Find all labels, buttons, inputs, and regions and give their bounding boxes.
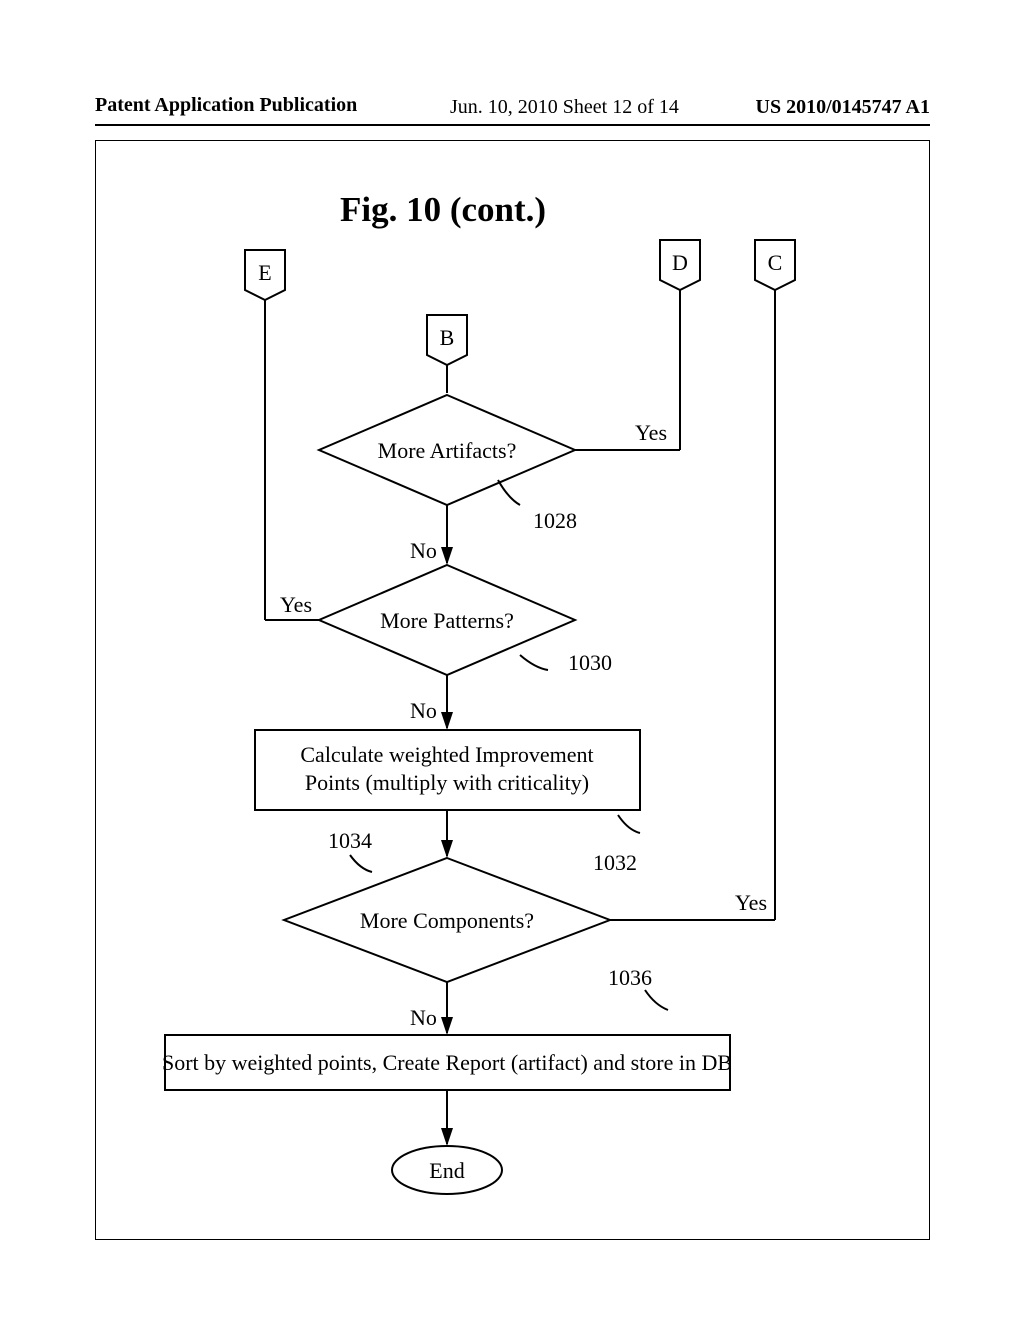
connector-E: E (245, 250, 285, 300)
svg-text:B: B (440, 325, 455, 350)
flowchart: E B D C More Artifacts? 1028 More Patter… (0, 0, 1024, 1320)
svg-text:Sort by weighted points, Creat: Sort by weighted points, Create Report (… (162, 1050, 732, 1075)
ref-1036: 1036 (608, 965, 652, 990)
connector-D: D (660, 240, 700, 290)
terminator-end: End (392, 1146, 502, 1194)
ref-hook-1036 (645, 990, 668, 1010)
ref-1028: 1028 (533, 508, 577, 533)
svg-text:More Artifacts?: More Artifacts? (378, 438, 517, 463)
svg-text:End: End (429, 1158, 464, 1183)
ref-1030: 1030 (568, 650, 612, 675)
decision-more-components: More Components? (284, 858, 610, 982)
process-sort-create-report: Sort by weighted points, Create Report (… (162, 1035, 732, 1090)
ref-1034: 1034 (328, 828, 372, 853)
svg-text:Calculate weighted Improvement: Calculate weighted Improvement (300, 742, 593, 767)
ref-hook-1032 (618, 815, 640, 833)
edge-components-no-to-sort: No (410, 982, 447, 1033)
svg-text:More Components?: More Components? (360, 908, 534, 933)
svg-text:D: D (672, 250, 688, 275)
svg-text:No: No (410, 538, 437, 563)
ref-hook-1034 (350, 855, 372, 872)
process-calculate-weighted: Calculate weighted Improvement Points (m… (255, 730, 640, 810)
svg-text:Yes: Yes (635, 420, 667, 445)
edge-artifacts-yes-to-D: Yes (575, 290, 680, 450)
ref-hook-1028 (498, 480, 520, 505)
page: Patent Application Publication Jun. 10, … (0, 0, 1024, 1320)
decision-more-artifacts: More Artifacts? (319, 395, 575, 505)
edge-patterns-yes-to-E: Yes (265, 300, 319, 620)
svg-text:Yes: Yes (735, 890, 767, 915)
connector-C: C (755, 240, 795, 290)
svg-text:More Patterns?: More Patterns? (380, 608, 514, 633)
svg-text:Yes: Yes (280, 592, 312, 617)
decision-more-patterns: More Patterns? (319, 565, 575, 675)
svg-text:Points (multiply with critical: Points (multiply with criticality) (305, 770, 589, 795)
ref-hook-1030 (520, 655, 548, 670)
edge-components-yes-to-C: Yes (610, 290, 775, 920)
ref-1032: 1032 (593, 850, 637, 875)
edge-artifacts-no-to-patterns: No (410, 505, 447, 563)
svg-text:No: No (410, 1005, 437, 1030)
edge-patterns-no-to-calc: No (410, 675, 447, 728)
svg-text:E: E (258, 260, 271, 285)
connector-B: B (427, 315, 467, 365)
svg-text:C: C (768, 250, 783, 275)
svg-text:No: No (410, 698, 437, 723)
